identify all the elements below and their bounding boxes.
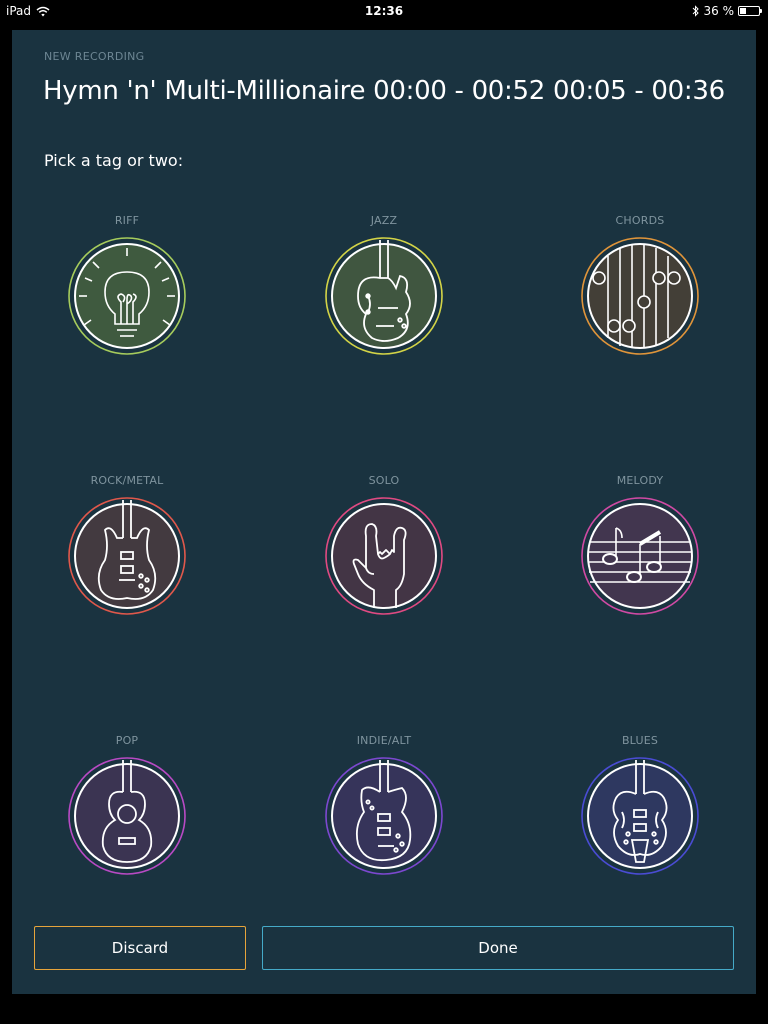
tag-solo[interactable]: SOLO: [314, 474, 454, 618]
tag-recording-panel: NEW RECORDING Hymn 'n' Multi-Millionaire…: [12, 30, 756, 994]
bluetooth-icon: [692, 5, 699, 17]
done-button[interactable]: Done: [262, 926, 734, 970]
tag-label: INDIE/ALT: [356, 734, 412, 747]
sg-guitar-icon: [68, 497, 186, 615]
tag-label: RIFF: [114, 214, 140, 227]
offset-guitar-icon: [325, 757, 443, 875]
tag-rock-metal[interactable]: ROCK/METAL: [57, 474, 197, 618]
discard-button[interactable]: Discard: [34, 926, 246, 970]
battery-icon: [738, 6, 762, 16]
chord-chart-icon: [581, 237, 699, 355]
tag-label: BLUES: [621, 734, 659, 747]
tag-riff[interactable]: RIFF: [57, 214, 197, 358]
jazz-guitar-icon: [325, 237, 443, 355]
battery-fill: [740, 8, 747, 14]
tag-label: CHORDS: [615, 214, 665, 227]
tag-label: ROCK/METAL: [90, 474, 164, 487]
tag-chords[interactable]: CHORDS: [570, 214, 710, 358]
tag-label: MELODY: [616, 474, 664, 487]
acoustic-guitar-icon: [68, 757, 186, 875]
tag-label: SOLO: [368, 474, 400, 487]
rock-hand-icon: [325, 497, 443, 615]
tag-melody[interactable]: MELODY: [570, 474, 710, 618]
tag-label: POP: [115, 734, 139, 747]
music-notes-icon: [581, 497, 699, 615]
lightbulb-icon: [68, 237, 186, 355]
tag-pop[interactable]: POP: [57, 734, 197, 878]
battery-percent: 36 %: [703, 4, 735, 18]
status-time: 12:36: [364, 4, 404, 18]
tag-label: JAZZ: [370, 214, 398, 227]
tag-jazz[interactable]: JAZZ: [314, 214, 454, 358]
recording-title: Hymn 'n' Multi-Millionaire 00:00 - 00:52…: [43, 76, 725, 106]
status-right: 36 %: [692, 4, 762, 18]
status-bar: iPad 12:36 36 %: [0, 0, 768, 22]
section-kicker: NEW RECORDING: [44, 50, 145, 63]
tag-blues[interactable]: BLUES: [570, 734, 710, 878]
tag-prompt: Pick a tag or two:: [44, 151, 184, 170]
tag-indie-alt[interactable]: INDIE/ALT: [314, 734, 454, 878]
semi-hollow-guitar-icon: [581, 757, 699, 875]
